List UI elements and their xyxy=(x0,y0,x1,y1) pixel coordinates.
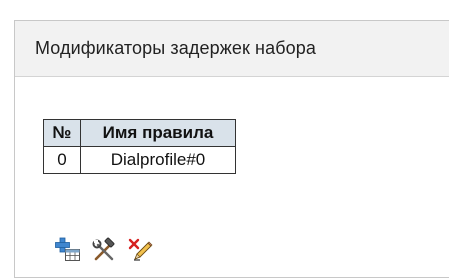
table-header-row: № Имя правила xyxy=(43,119,236,147)
panel-title: Модификаторы задержек набора xyxy=(35,38,316,58)
delete-icon[interactable] xyxy=(127,237,153,263)
rules-table: № Имя правила 0 Dialprofile#0 xyxy=(43,119,236,174)
row-number: 0 xyxy=(43,146,81,174)
panel: Модификаторы задержек набора № Имя прави… xyxy=(14,20,449,278)
table-row[interactable]: 0 Dialprofile#0 xyxy=(43,146,236,174)
column-header-number: № xyxy=(43,119,81,147)
row-rule-name[interactable]: Dialprofile#0 xyxy=(80,146,236,174)
table-toolbar xyxy=(55,237,153,263)
add-icon[interactable] xyxy=(55,237,81,263)
panel-header: Модификаторы задержек набора xyxy=(15,21,449,77)
column-header-rule-name: Имя правила xyxy=(80,119,236,147)
edit-tools-icon[interactable] xyxy=(91,237,117,263)
